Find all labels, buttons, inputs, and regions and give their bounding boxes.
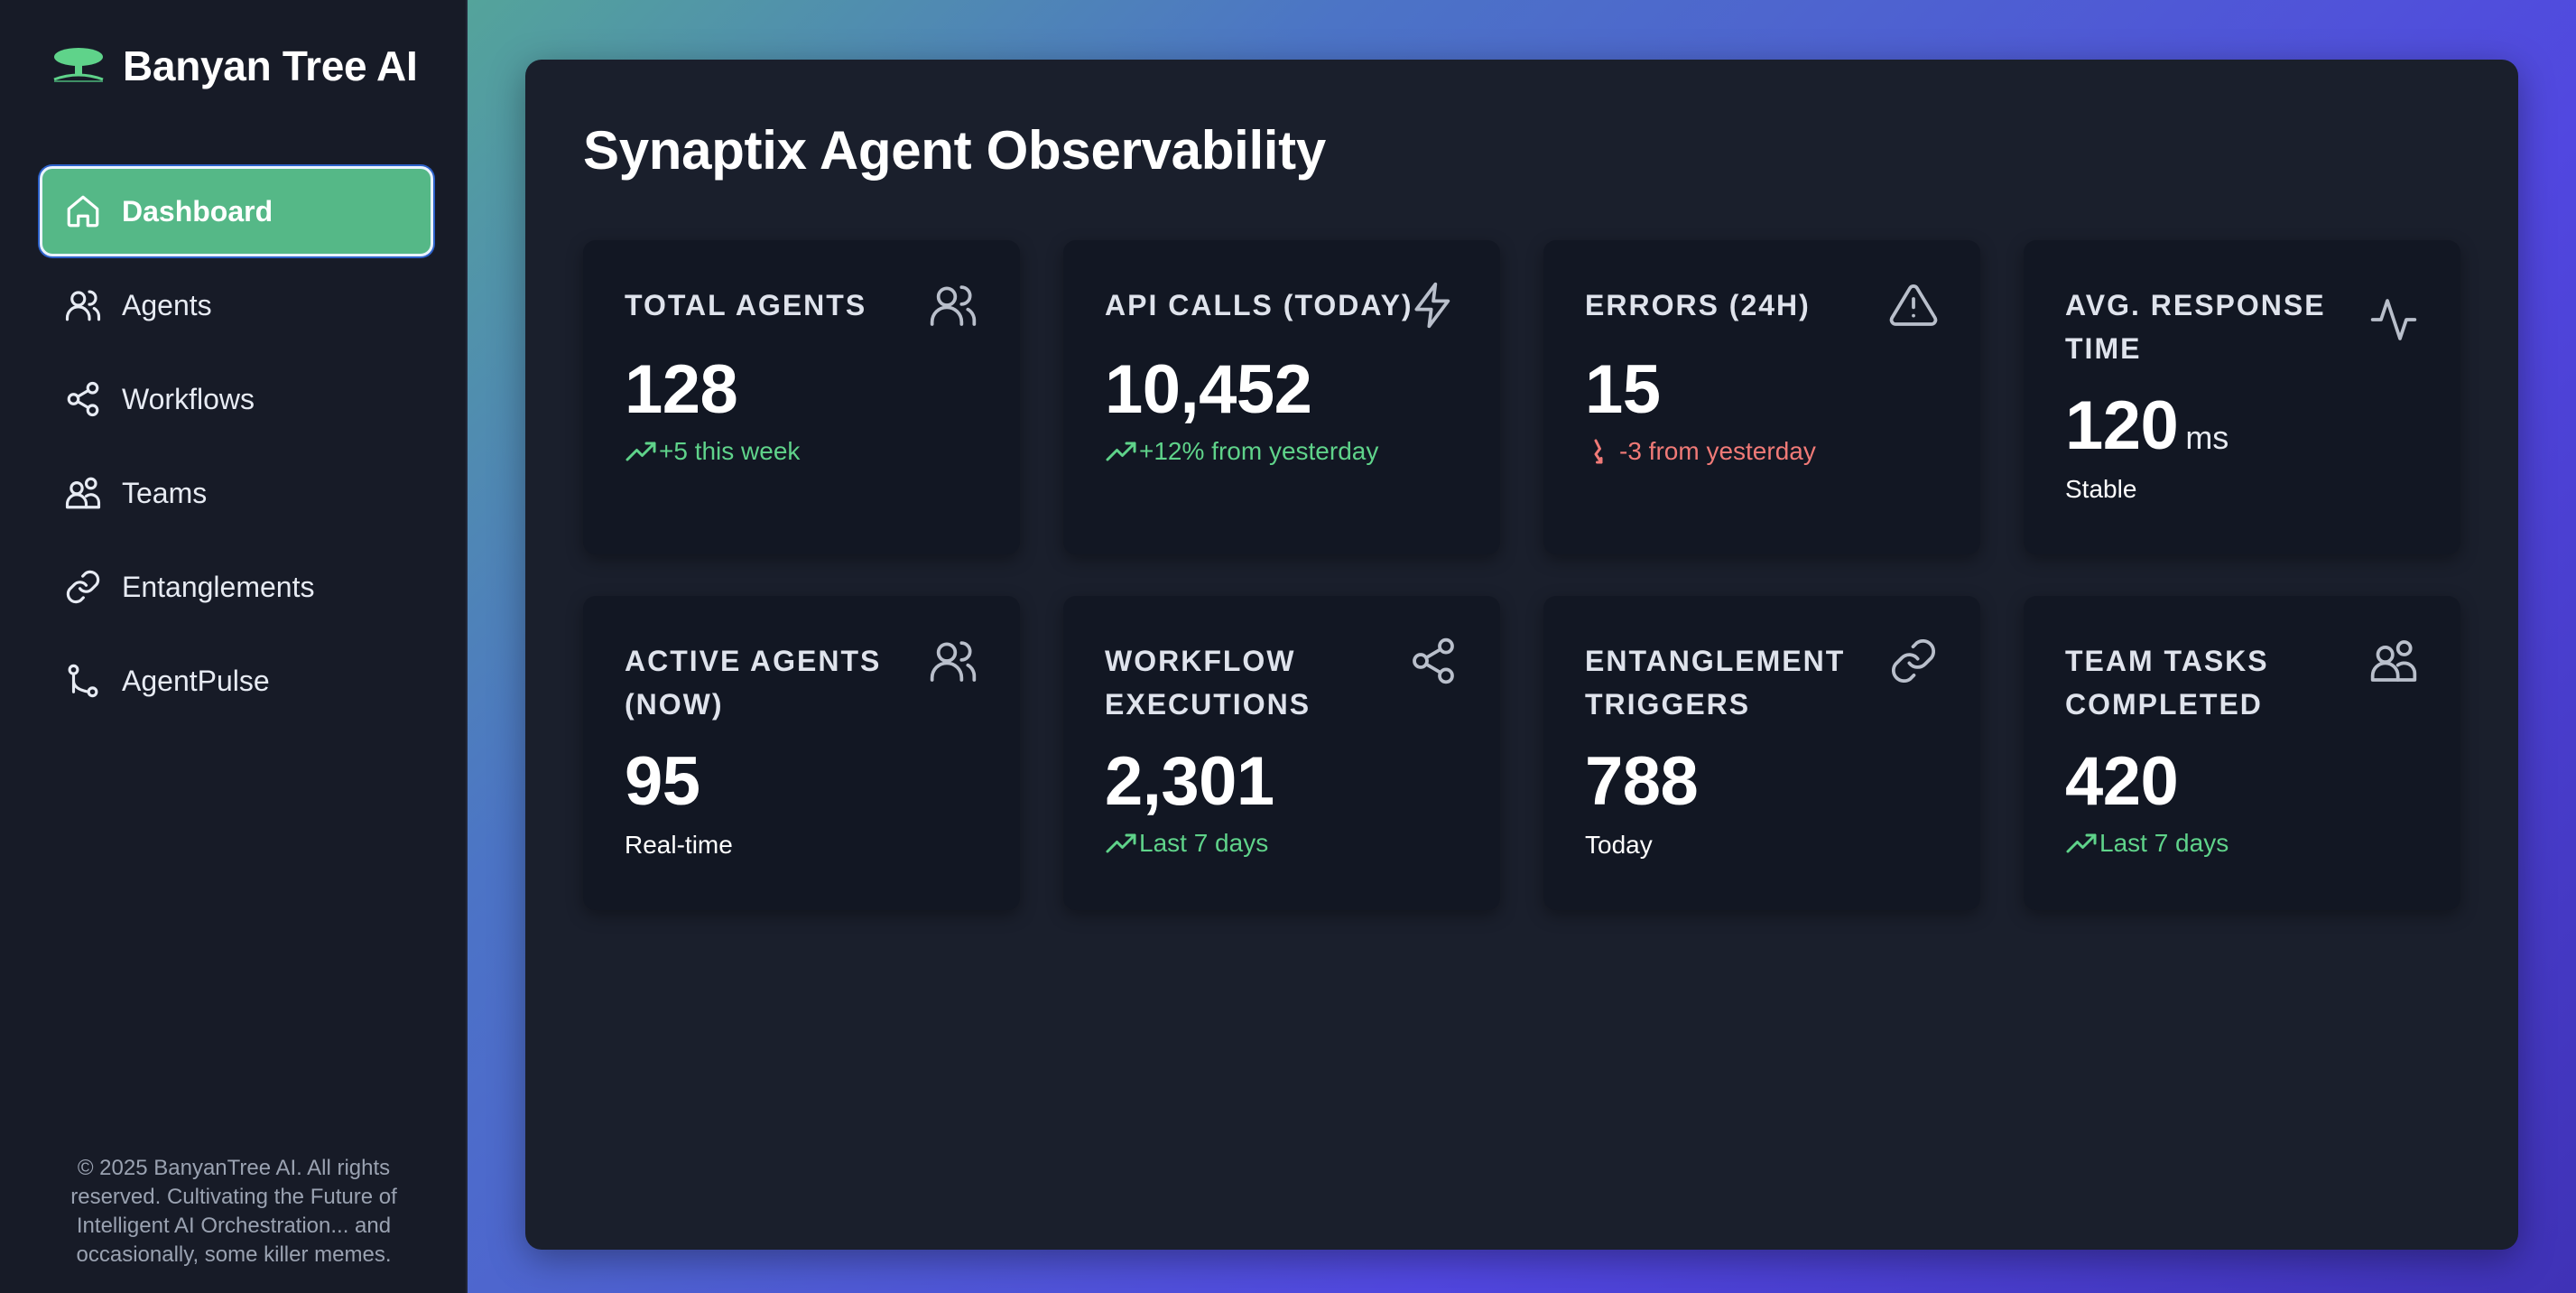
card-value: 420 <box>2065 743 2179 820</box>
metric-card-entanglement-triggers[interactable]: Entanglement Triggers 788 Today <box>1543 596 1980 910</box>
metric-card-total-agents[interactable]: Total Agents 128 +5 this week <box>583 240 1020 554</box>
brand-name: Banyan Tree AI <box>123 42 418 89</box>
card-trend: -3 from yesterday <box>1585 437 1816 466</box>
share-icon <box>67 381 99 417</box>
sidebar-footer: © 2025 BanyanTree AI. All rights reserve… <box>70 1156 397 1267</box>
card-title: Active Agents (Now) <box>625 645 882 721</box>
card-unit: ms <box>2185 419 2229 456</box>
metric-card-api-calls[interactable]: API Calls (Today) 10,452 +12% from yeste… <box>1063 240 1500 554</box>
card-trend: Last 7 days <box>2065 829 2229 858</box>
sidebar-nav: Dashboard Agents Workflows Teams Entangl… <box>40 166 433 730</box>
card-title: Workflow Executions <box>1105 645 1311 721</box>
sidebar-item-agents[interactable]: Agents <box>40 260 433 350</box>
teams-icon <box>65 477 101 509</box>
sidebar-item-teams[interactable]: Teams <box>40 448 433 538</box>
card-title: Errors (24h) <box>1585 289 1811 321</box>
card-value: 788 <box>1585 743 1699 820</box>
teams-icon <box>2370 640 2417 682</box>
sidebar-item-label: AgentPulse <box>122 664 270 697</box>
card-status: Today <box>1585 831 1653 859</box>
page-title: Synaptix Agent Observability <box>583 120 1326 181</box>
card-title: Team Tasks Completed <box>2065 645 2269 721</box>
card-value: 120 ms <box>2065 387 2229 464</box>
card-trend: +12% from yesterday <box>1105 437 1378 466</box>
users-icon <box>65 290 101 321</box>
metric-card-active-agents[interactable]: Active Agents (Now) 95 Real-time <box>583 596 1020 910</box>
trending-up-icon <box>625 442 656 461</box>
home-icon <box>67 195 99 228</box>
sidebar-item-label: Dashboard <box>122 194 273 228</box>
card-title: Entanglement Triggers <box>1585 645 1846 721</box>
users-icon <box>930 285 977 326</box>
link-icon <box>1891 638 1936 684</box>
main-panel: Synaptix Agent Observability Total Agent… <box>525 60 2518 1250</box>
card-value: 95 <box>625 743 700 820</box>
sidebar-item-agentpulse[interactable]: AgentPulse <box>40 636 433 726</box>
metric-card-errors[interactable]: Errors (24h) 15 -3 from yesterday <box>1543 240 1980 554</box>
warning-icon <box>1889 284 1938 326</box>
trending-up-icon <box>1106 442 1136 461</box>
activity-icon <box>2370 299 2417 340</box>
link-icon <box>66 570 100 604</box>
card-status: Real-time <box>625 831 733 859</box>
sidebar-item-label: Entanglements <box>122 570 315 603</box>
share-icon <box>1413 637 1454 684</box>
trending-up-icon <box>1106 833 1136 853</box>
sidebar-item-entanglements[interactable]: Entanglements <box>40 542 433 632</box>
users-icon <box>930 641 977 682</box>
metric-card-team-tasks-completed[interactable]: Team Tasks Completed 420 Last 7 days <box>2024 596 2460 910</box>
card-value: 2,301 <box>1105 743 1274 820</box>
metric-card-avg-response-time[interactable]: Avg. Response Time 120 ms Stable <box>2024 240 2460 554</box>
card-value: 10,452 <box>1105 351 1312 428</box>
route-icon <box>68 664 98 698</box>
card-value: 128 <box>625 351 738 428</box>
card-title: Total Agents <box>625 289 867 321</box>
sidebar-item-label: Workflows <box>122 382 255 415</box>
card-title: Avg. Response Time <box>2065 289 2326 365</box>
sidebar: Banyan Tree AI Dashboard Agents Workflow… <box>0 0 468 1293</box>
sidebar-item-label: Agents <box>122 288 212 321</box>
lightning-icon <box>1414 282 1450 329</box>
card-value: 15 <box>1585 351 1661 428</box>
card-trend: +5 this week <box>625 437 800 466</box>
sidebar-item-workflows[interactable]: Workflows <box>40 354 433 444</box>
brand[interactable]: Banyan Tree AI <box>51 42 418 90</box>
card-status: Stable <box>2065 475 2137 503</box>
sidebar-item-label: Teams <box>122 476 208 509</box>
sidebar-item-dashboard[interactable]: Dashboard <box>40 166 433 256</box>
trending-up-icon <box>2066 833 2097 853</box>
metric-card-workflow-executions[interactable]: Workflow Executions 2,301 Last 7 days <box>1063 596 1500 910</box>
banyan-tree-logo-icon <box>53 48 104 82</box>
card-title: API Calls (Today) <box>1105 289 1413 321</box>
trending-down-icon <box>1594 439 1603 464</box>
card-trend: Last 7 days <box>1105 829 1268 858</box>
